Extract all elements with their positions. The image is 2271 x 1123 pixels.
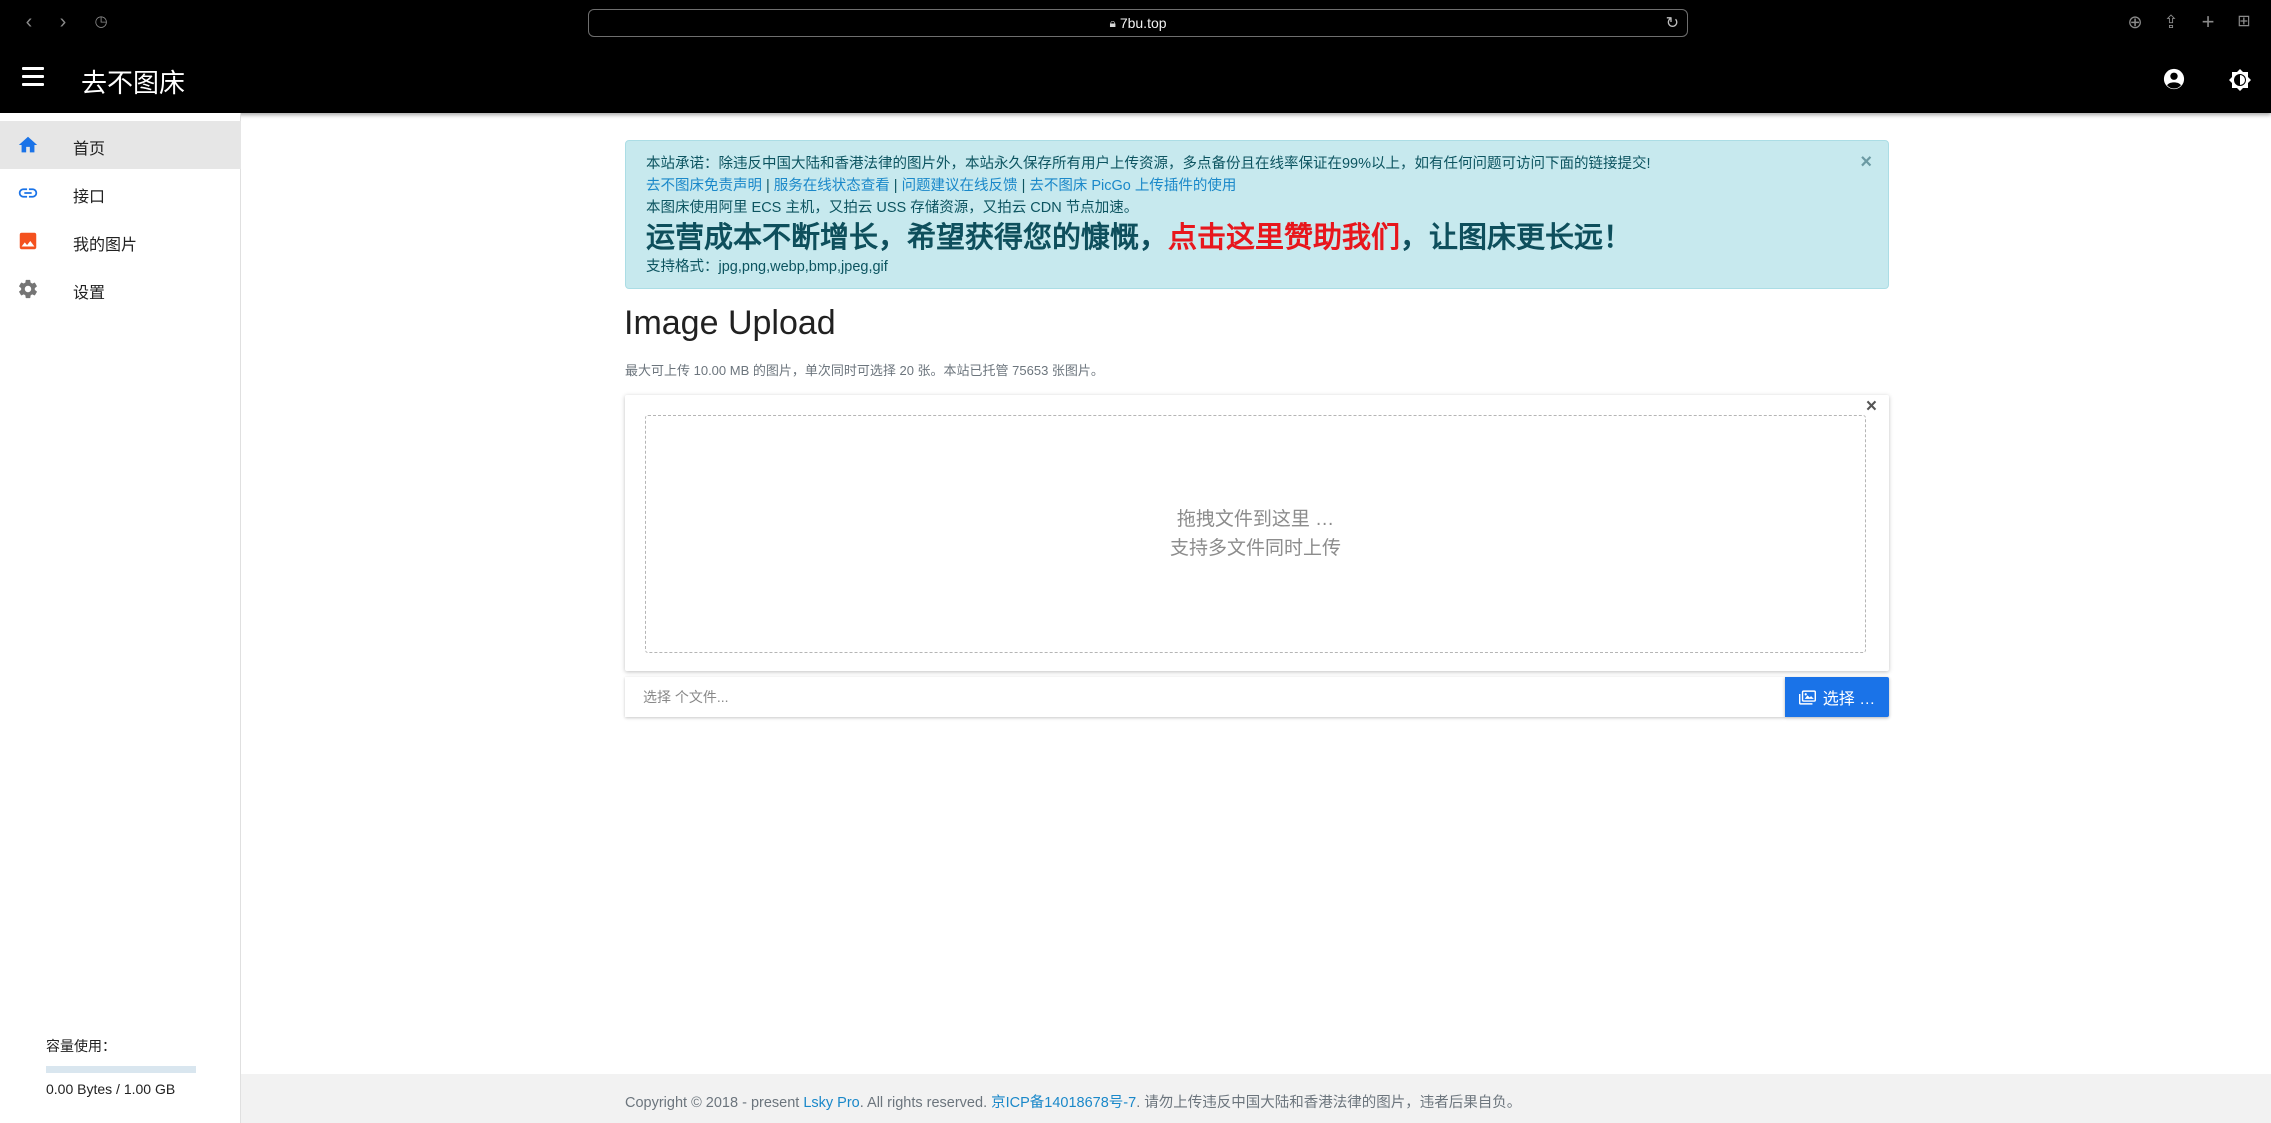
sidebar-item-label: 我的图片 — [73, 237, 138, 254]
upload-limit-note: 最大可上传 10.00 MB 的图片，单次同时可选择 20 张。本站已托管 75… — [625, 363, 1104, 378]
upload-card: × 拖拽文件到这里 … 支持多文件同时上传 — [625, 395, 1889, 671]
sidebar: 首页 接口 我的图片 设置 容量使用： 0.00 Bytes / 1.00 GB — [0, 113, 241, 1123]
back-icon[interactable]: ‹ — [18, 11, 40, 33]
sidebar-item-home[interactable]: 首页 — [0, 121, 241, 169]
dropzone-subtitle: 支持多文件同时上传 — [1169, 538, 1341, 559]
image-icon — [19, 232, 37, 250]
lock-icon: 🔒︎ — [1109, 15, 1116, 30]
notice-line: 本站承诺：除违反中国大陆和香港法律的图片外，本站永久保存所有用户上传资源，多点备… — [646, 156, 1651, 172]
tab-overview-icon[interactable]: ⊞ — [2233, 11, 2255, 33]
new-tab-icon[interactable]: + — [2197, 11, 2219, 33]
share-icon[interactable]: ⇪ — [2160, 11, 2182, 33]
reload-icon[interactable]: ↻ — [1666, 13, 1679, 33]
sidebar-item-label: 接口 — [73, 189, 106, 206]
usage-title: 容量使用： — [46, 1038, 116, 1054]
clear-upload-button[interactable]: × — [1866, 396, 1877, 418]
sponsor-link[interactable]: 点击这里赞助我们 — [1168, 222, 1400, 254]
account-icon[interactable] — [2163, 68, 2185, 90]
link-separator: | — [766, 178, 770, 194]
icp-link[interactable]: 京ICP备14018678号-7 — [991, 1095, 1136, 1111]
url-text: 7bu.top — [1119, 15, 1167, 31]
supported-formats: 支持格式：jpg,png,webp,bmp,jpeg,gif — [646, 259, 888, 275]
address-bar[interactable]: 🔒︎ 7bu.top ↻ — [588, 9, 1688, 37]
usage-progress-bar — [46, 1066, 196, 1073]
sponsor-banner: 运营成本不断增长，希望获得您的慷慨，点击这里赞助我们，让图床更长远！ — [646, 220, 1868, 256]
home-icon — [18, 136, 38, 153]
sidebar-item-label: 首页 — [73, 141, 106, 158]
sponsor-text: 运营成本不断增长，希望获得您的慷慨， — [646, 222, 1169, 254]
lsky-pro-link[interactable]: Lsky Pro — [803, 1095, 859, 1111]
browser-toolbar: ‹ › ◷ 🔒︎ 7bu.top ↻ ⊕ ⇪ + ⊞ — [0, 0, 2271, 45]
notice-links: 去不图床免责声明 | 服务在线状态查看 | 问题建议在线反馈 | 去不图床 PicGo 上传… — [646, 175, 1868, 197]
sponsor-text: ，让图床更长远！ — [1400, 222, 1633, 254]
choose-file-button[interactable]: 选择 … — [1785, 677, 1889, 717]
feedback-link[interactable]: 问题建议在线反馈 — [902, 178, 1018, 194]
choose-file-label: 选择 … — [1822, 691, 1876, 708]
menu-icon[interactable] — [22, 67, 44, 91]
gear-icon — [19, 279, 37, 299]
page-title: Image Upload — [624, 304, 836, 342]
link-icon — [18, 188, 38, 198]
sidebar-item-label: 设置 — [73, 285, 106, 302]
notice-line: 本图床使用阿里 ECS 主机，又拍云 USS 存储资源，又拍云 CDN 节点加速… — [646, 200, 1139, 216]
link-separator: | — [1021, 178, 1026, 194]
brightness-icon[interactable] — [2228, 68, 2252, 92]
footer: Copyright © 2018 - present Lsky Pro. All… — [241, 1074, 2271, 1123]
notice-alert: × 本站承诺：除违反中国大陆和香港法律的图片外，本站永久保存所有用户上传资源，多… — [625, 140, 1889, 289]
images-icon — [1798, 689, 1816, 705]
link-separator: | — [893, 178, 898, 194]
dropzone-title: 拖拽文件到这里 … — [1176, 509, 1335, 530]
file-path-input[interactable]: 选择 个文件... — [625, 677, 1785, 717]
app-header: 去不图床 — [0, 45, 2271, 113]
sidebar-item-api[interactable]: 接口 — [0, 169, 241, 217]
download-icon[interactable]: ⊕ — [2124, 11, 2146, 33]
dropzone[interactable]: 拖拽文件到这里 … 支持多文件同时上传 — [645, 415, 1866, 653]
sidebar-item-my-images[interactable]: 我的图片 — [0, 217, 241, 265]
disclaimer-link[interactable]: 去不图床免责声明 — [646, 178, 762, 194]
sidebar-item-settings[interactable]: 设置 — [0, 265, 241, 313]
status-link[interactable]: 服务在线状态查看 — [774, 178, 890, 194]
usage-value: 0.00 Bytes / 1.00 GB — [46, 1081, 176, 1097]
file-select-row: 选择 个文件... 选择 … — [625, 677, 1889, 717]
app-title: 去不图床 — [81, 68, 186, 98]
footer-warning: . 请勿上传违反中国大陆和香港法律的图片，违者后果自负。 — [1136, 1095, 1522, 1111]
copyright-text: Copyright © 2018 - present — [625, 1095, 804, 1111]
forward-icon[interactable]: › — [52, 11, 74, 33]
picgo-plugin-link[interactable]: 去不图床 PicGo 上传插件的使用 — [1029, 178, 1236, 194]
alert-close-button[interactable]: × — [1860, 151, 1872, 173]
storage-usage: 容量使用： 0.00 Bytes / 1.00 GB — [46, 1036, 196, 1097]
rights-text: . All rights reserved. — [859, 1095, 992, 1111]
history-icon[interactable]: ◷ — [90, 11, 112, 33]
